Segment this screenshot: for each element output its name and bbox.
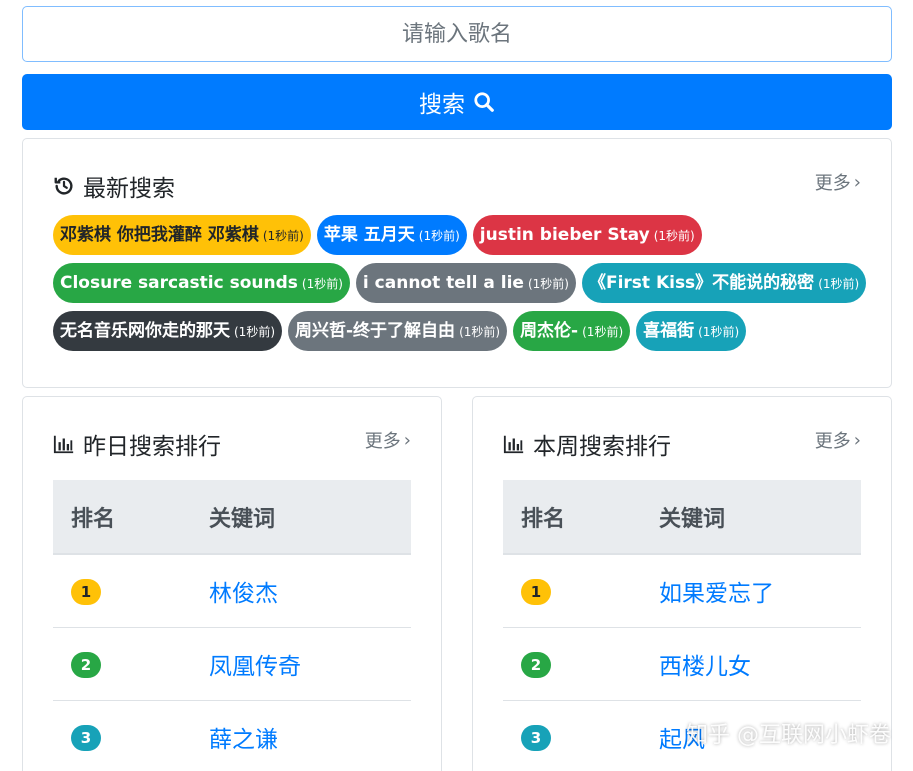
keyword-link[interactable]: 林俊杰 bbox=[209, 581, 278, 607]
badge-keyword: i cannot tell a lie bbox=[362, 273, 524, 293]
search-button[interactable]: 搜索 bbox=[22, 74, 892, 130]
recent-search-badge[interactable]: justin bieber Stay (1秒前) bbox=[472, 215, 702, 255]
rank-badge: 2 bbox=[521, 651, 551, 678]
recent-searches-card: 最新搜索 更多 › 邓紫棋 你把我灌醉 邓紫棋 (1秒前) 苹果 五月天 (1秒前) j… bbox=[22, 138, 892, 388]
badge-keyword: 喜福街 bbox=[643, 321, 695, 341]
recent-search-badge[interactable]: 邓紫棋 你把我灌醉 邓紫棋 (1秒前) bbox=[53, 215, 311, 255]
badge-keyword: 邓紫棋 你把我灌醉 邓紫棋 bbox=[60, 225, 259, 245]
keyword-link[interactable]: 薛之谦 bbox=[209, 727, 278, 753]
keyword-link[interactable]: 如果爱忘了 bbox=[659, 581, 774, 607]
badge-row: 邓紫棋 你把我灌醉 邓紫棋 (1秒前) 苹果 五月天 (1秒前) justin bieb… bbox=[53, 215, 853, 255]
table-row: 1 如果爱忘了 bbox=[503, 554, 861, 628]
rank-badge: 1 bbox=[521, 578, 551, 605]
badge-keyword: 苹果 五月天 bbox=[323, 225, 415, 245]
recent-searches-title: 最新搜索 bbox=[83, 176, 175, 202]
rank-column-header: 排名 bbox=[503, 480, 641, 555]
badge-keyword: 周杰伦- bbox=[520, 321, 579, 341]
week-ranking-title: 本周搜索排行 bbox=[533, 434, 671, 460]
recent-search-badge[interactable]: i cannot tell a lie (1秒前) bbox=[355, 263, 576, 303]
keyword-cell: 西楼儿女 bbox=[641, 627, 861, 701]
watermark: 知乎 @互联网小虾卷 bbox=[686, 723, 891, 748]
keyword-link[interactable]: 西楼儿女 bbox=[659, 654, 751, 680]
rank-cell: 2 bbox=[503, 627, 641, 701]
yesterday-more-link[interactable]: 更多 › bbox=[365, 427, 411, 453]
badge-time: (1秒前) bbox=[418, 229, 460, 243]
recent-search-badge[interactable]: 周兴哲-终于了解自由 (1秒前) bbox=[288, 311, 508, 351]
search-button-label: 搜索 bbox=[419, 92, 465, 118]
badge-keyword: 《First Kiss》不能说的秘密 bbox=[588, 273, 815, 293]
recent-badges: 邓紫棋 你把我灌醉 邓紫棋 (1秒前) 苹果 五月天 (1秒前) justin bieb… bbox=[53, 215, 867, 359]
badge-time: (1秒前) bbox=[818, 277, 860, 291]
recent-search-badge[interactable]: 无名音乐网你走的那天 (1秒前) bbox=[53, 311, 282, 351]
keyword-cell: 薛之谦 bbox=[191, 700, 411, 771]
rank-badge: 2 bbox=[71, 651, 101, 678]
yesterday-ranking-card: 昨日搜索排行 更多 › 排名 关键词 1 林俊杰 2 凤凰传奇 3 薛之谦 bbox=[22, 396, 442, 771]
table-header-row: 排名 关键词 bbox=[53, 480, 411, 555]
recent-search-badge[interactable]: Closure sarcastic sounds (1秒前) bbox=[53, 263, 350, 303]
badge-time: (1秒前) bbox=[527, 277, 569, 291]
table-header-row: 排名 关键词 bbox=[503, 480, 861, 555]
recent-search-badge[interactable]: 《First Kiss》不能说的秘密 (1秒前) bbox=[581, 263, 867, 303]
keyword-cell: 林俊杰 bbox=[191, 554, 411, 628]
rank-badge: 3 bbox=[71, 724, 101, 751]
week-more-label: 更多 bbox=[814, 431, 851, 452]
badge-time: (1秒前) bbox=[234, 325, 275, 339]
rank-badge: 3 bbox=[521, 724, 551, 751]
week-ranking-header: 本周搜索排行 bbox=[503, 427, 671, 461]
yesterday-ranking-table: 排名 关键词 1 林俊杰 2 凤凰传奇 3 薛之谦 bbox=[53, 480, 411, 771]
bar-chart-icon bbox=[53, 435, 74, 454]
table-row: 2 凤凰传奇 bbox=[53, 627, 411, 701]
badge-keyword: Closure sarcastic sounds bbox=[60, 273, 298, 293]
badge-row: 无名音乐网你走的那天 (1秒前) 周兴哲-终于了解自由 (1秒前) 周杰伦- (1秒前) 喜… bbox=[53, 311, 853, 351]
table-row: 1 林俊杰 bbox=[53, 554, 411, 628]
recent-search-badge[interactable]: 喜福街 (1秒前) bbox=[636, 311, 747, 351]
rank-cell: 3 bbox=[503, 700, 641, 771]
badge-keyword: justin bieber Stay bbox=[479, 225, 650, 245]
badge-time: (1秒前) bbox=[459, 325, 501, 339]
week-ranking-card: 本周搜索排行 更多 › 排名 关键词 1 如果爱忘了 2 西楼儿女 3 起风 bbox=[472, 396, 892, 771]
keyword-column-header: 关键词 bbox=[641, 480, 861, 555]
badge-time: (1秒前) bbox=[698, 325, 740, 339]
badge-keyword: 周兴哲-终于了解自由 bbox=[295, 321, 456, 341]
badge-time: (1秒前) bbox=[301, 277, 343, 291]
table-row: 2 西楼儿女 bbox=[503, 627, 861, 701]
week-more-link[interactable]: 更多 › bbox=[815, 427, 861, 453]
chevron-right-icon: › bbox=[403, 429, 411, 451]
rank-cell: 3 bbox=[53, 700, 191, 771]
search-icon bbox=[474, 92, 494, 112]
bar-chart-icon bbox=[503, 435, 524, 454]
badge-keyword: 无名音乐网你走的那天 bbox=[60, 321, 230, 341]
rank-badge: 1 bbox=[71, 578, 101, 605]
search-input[interactable] bbox=[22, 6, 892, 62]
keyword-cell: 凤凰传奇 bbox=[191, 627, 411, 701]
rank-cell: 2 bbox=[53, 627, 191, 701]
badge-row: Closure sarcastic sounds (1秒前) i cannot te… bbox=[53, 263, 867, 303]
badge-time: (1秒前) bbox=[653, 229, 695, 243]
badge-time: (1秒前) bbox=[582, 325, 624, 339]
recent-search-badge[interactable]: 苹果 五月天 (1秒前) bbox=[316, 215, 467, 255]
rank-cell: 1 bbox=[503, 554, 641, 628]
table-row: 3 薛之谦 bbox=[53, 700, 411, 771]
keyword-cell: 如果爱忘了 bbox=[641, 554, 861, 628]
rank-column-header: 排名 bbox=[53, 480, 191, 555]
history-icon bbox=[54, 177, 73, 195]
badge-time: (1秒前) bbox=[262, 229, 304, 243]
recent-more-label: 更多 bbox=[814, 173, 851, 194]
chevron-right-icon: › bbox=[853, 171, 861, 193]
recent-more-link[interactable]: 更多 › bbox=[815, 169, 861, 195]
recent-search-badge[interactable]: 周杰伦- (1秒前) bbox=[513, 311, 631, 351]
keyword-column-header: 关键词 bbox=[191, 480, 411, 555]
chevron-right-icon: › bbox=[853, 429, 861, 451]
yesterday-ranking-header: 昨日搜索排行 bbox=[53, 427, 221, 461]
recent-searches-header: 最新搜索 bbox=[53, 169, 175, 203]
rank-cell: 1 bbox=[53, 554, 191, 628]
yesterday-more-label: 更多 bbox=[364, 431, 401, 452]
keyword-link[interactable]: 凤凰传奇 bbox=[209, 654, 301, 680]
yesterday-ranking-title: 昨日搜索排行 bbox=[83, 434, 221, 460]
